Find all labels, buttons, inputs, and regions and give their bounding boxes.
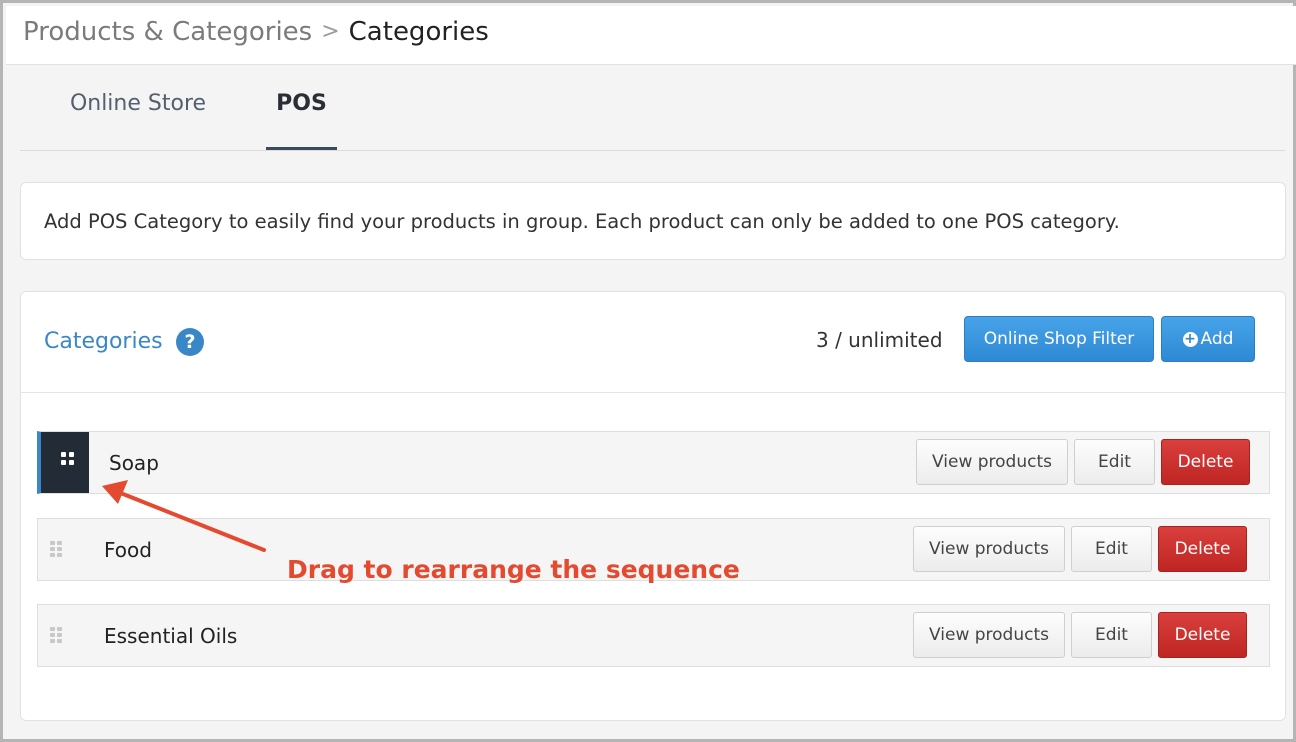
question-circle-icon[interactable]: ? <box>176 328 204 356</box>
drag-handle[interactable] <box>38 519 86 580</box>
tab-pos[interactable]: POS <box>266 70 337 150</box>
panel-header: Categories ? 3 / unlimited Online Shop F… <box>21 292 1285 393</box>
info-box: Add POS Category to easily find your pro… <box>20 182 1286 260</box>
delete-button[interactable]: Delete <box>1161 439 1250 485</box>
category-row[interactable]: Soap View products Edit Delete <box>37 431 1270 494</box>
grip-dots-icon <box>50 627 63 643</box>
edit-button[interactable]: Edit <box>1074 439 1155 485</box>
view-products-button[interactable]: View products <box>913 612 1065 658</box>
tab-online-store[interactable]: Online Store <box>48 70 228 150</box>
view-products-button[interactable]: View products <box>913 526 1065 572</box>
info-text: Add POS Category to easily find your pro… <box>44 210 1120 233</box>
breadcrumb-parent-link[interactable]: Products & Categories <box>23 17 312 47</box>
category-name: Food <box>104 538 152 562</box>
view-products-button[interactable]: View products <box>916 439 1068 485</box>
category-row[interactable]: Essential Oils View products Edit Delete <box>37 604 1270 667</box>
panel-title: Categories <box>44 329 163 354</box>
add-category-button[interactable]: + Add <box>1161 316 1255 362</box>
grip-dots-icon <box>61 452 74 465</box>
breadcrumb: Products & Categories > Categories <box>23 16 489 50</box>
edit-button[interactable]: Edit <box>1071 526 1152 572</box>
categories-panel: Categories ? 3 / unlimited Online Shop F… <box>20 291 1286 721</box>
grip-dots-icon <box>50 541 63 557</box>
category-name: Soap <box>109 451 159 475</box>
page-header: Products & Categories > Categories <box>6 6 1296 65</box>
category-count: 3 / unlimited <box>816 328 943 352</box>
category-name: Essential Oils <box>104 624 238 648</box>
annotation-text: Drag to rearrange the sequence <box>287 555 740 584</box>
delete-button[interactable]: Delete <box>1158 612 1247 658</box>
plus-circle-icon: + <box>1182 331 1198 347</box>
online-shop-filter-button[interactable]: Online Shop Filter <box>964 316 1154 362</box>
edit-button[interactable]: Edit <box>1071 612 1152 658</box>
tab-bar: Online Store POS <box>20 70 1286 151</box>
breadcrumb-separator-icon: > <box>321 19 340 44</box>
breadcrumb-current: Categories <box>348 17 489 47</box>
add-button-label: Add <box>1200 329 1234 349</box>
drag-handle[interactable] <box>41 432 89 493</box>
drag-handle[interactable] <box>38 605 86 666</box>
delete-button[interactable]: Delete <box>1158 526 1247 572</box>
